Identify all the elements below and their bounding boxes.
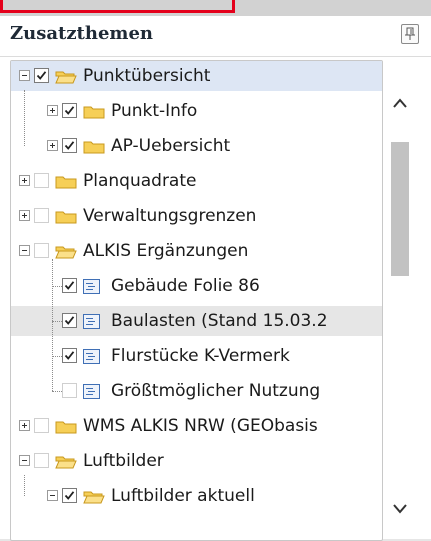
tree-guide — [24, 475, 25, 496]
tree-connector — [52, 391, 62, 392]
folder-icon — [55, 174, 77, 189]
visibility-checkbox[interactable] — [62, 313, 77, 328]
folder-open-icon — [83, 489, 105, 504]
collapse-icon[interactable] — [19, 245, 30, 256]
tree-item-label: Punkt-Info — [111, 101, 198, 121]
tree-item-label: Punktübersicht — [83, 66, 211, 86]
layer-icon — [83, 314, 100, 329]
collapse-icon[interactable] — [47, 490, 58, 501]
tree-item-label: Planquadrate — [83, 171, 197, 191]
vertical-scrollbar[interactable] — [383, 60, 417, 539]
chevron-down-icon[interactable] — [392, 500, 408, 516]
visibility-checkbox[interactable] — [34, 243, 49, 258]
expand-icon[interactable] — [47, 140, 58, 151]
tree-item[interactable]: Verwaltungsgrenzen — [11, 201, 382, 231]
tree-item-label: Größtmöglicher Nutzung — [111, 381, 321, 401]
tree-item-label: Flurstücke K-Vermerk — [111, 346, 290, 366]
tree-item-label: AP-Uebersicht — [111, 136, 231, 156]
tree-connector — [52, 356, 62, 357]
expand-icon[interactable] — [19, 420, 30, 431]
chevron-up-icon[interactable] — [392, 96, 408, 112]
tree-guide — [52, 259, 53, 391]
tree-item[interactable]: Punktübersicht — [11, 61, 382, 91]
visibility-checkbox[interactable] — [34, 208, 49, 223]
tree-item[interactable]: Luftbilder aktuell — [11, 481, 382, 511]
visibility-checkbox[interactable] — [62, 383, 77, 398]
tree-item[interactable]: Baulasten (Stand 15.03.2 — [11, 306, 382, 336]
tree-item-label: Gebäude Folie 86 — [111, 276, 260, 296]
tree-item[interactable]: WMS ALKIS NRW (GEObasis — [11, 411, 382, 441]
visibility-checkbox[interactable] — [62, 278, 77, 293]
tree-item[interactable]: AP-Uebersicht — [11, 131, 382, 161]
expand-icon[interactable] — [47, 105, 58, 116]
visibility-checkbox[interactable] — [62, 138, 77, 153]
expand-icon[interactable] — [19, 210, 30, 221]
folder-open-icon — [55, 244, 77, 259]
pin-icon[interactable] — [401, 24, 419, 44]
tree-connector — [52, 286, 62, 287]
layer-icon — [83, 384, 100, 399]
visibility-checkbox[interactable] — [62, 103, 77, 118]
tree-item-label: Baulasten (Stand 15.03.2 — [111, 311, 328, 331]
collapse-icon[interactable] — [19, 455, 30, 466]
visibility-checkbox[interactable] — [34, 418, 49, 433]
layer-tree[interactable]: Punktübersicht Punkt-Info AP-Uebersicht Pla… — [10, 60, 383, 541]
visibility-checkbox[interactable] — [34, 453, 49, 468]
annotation-frame — [0, 0, 235, 13]
tree-item[interactable]: Planquadrate — [11, 166, 382, 196]
visibility-checkbox[interactable] — [62, 488, 77, 503]
folder-icon — [83, 104, 105, 119]
folder-open-icon — [55, 69, 77, 84]
tree-item[interactable]: Flurstücke K-Vermerk — [11, 341, 382, 371]
tree-guide — [24, 90, 25, 146]
tree-item[interactable]: ALKIS Ergänzungen — [11, 236, 382, 266]
tree-connector — [52, 321, 62, 322]
visibility-checkbox[interactable] — [34, 68, 49, 83]
visibility-checkbox[interactable] — [62, 348, 77, 363]
collapse-icon[interactable] — [19, 70, 30, 81]
folder-icon — [55, 419, 77, 434]
tree-item-label: Luftbilder — [83, 451, 164, 471]
tree-item[interactable]: Luftbilder — [11, 446, 382, 476]
visibility-checkbox[interactable] — [34, 173, 49, 188]
layer-icon — [83, 279, 100, 294]
tree-item-label: ALKIS Ergänzungen — [83, 241, 249, 261]
folder-icon — [55, 209, 77, 224]
panel-title: Zusatzthemen — [10, 23, 153, 44]
tree-item-label: Verwaltungsgrenzen — [83, 206, 257, 226]
panel-header: Zusatzthemen — [0, 16, 431, 57]
tree-item[interactable]: Größtmöglicher Nutzung — [11, 376, 382, 406]
tree-item-label: WMS ALKIS NRW (GEObasis — [83, 416, 318, 436]
tree-item-label: Luftbilder aktuell — [111, 486, 255, 506]
tree-item[interactable]: Punkt-Info — [11, 96, 382, 126]
scrollbar-thumb[interactable] — [391, 142, 409, 276]
folder-open-icon — [55, 454, 77, 469]
folder-icon — [83, 139, 105, 154]
layer-icon — [83, 349, 100, 364]
expand-icon[interactable] — [19, 175, 30, 186]
tree-item[interactable]: Gebäude Folie 86 — [11, 271, 382, 301]
